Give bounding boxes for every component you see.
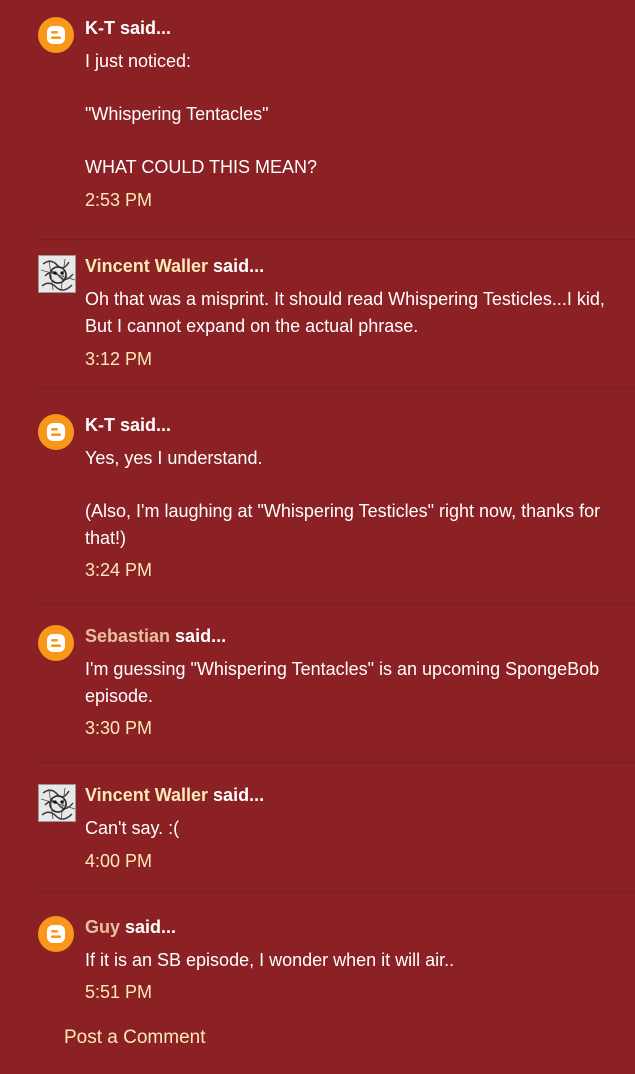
post-comment-link[interactable]: Post a Comment	[64, 1026, 206, 1050]
blogger-icon	[38, 625, 74, 661]
blogger-icon	[38, 916, 74, 952]
blogger-icon	[38, 414, 74, 450]
comment-line: (Also, I'm laughing at "Whispering Testi…	[85, 501, 601, 548]
comment-author-link[interactable]: Vincent Waller	[85, 256, 208, 276]
comment-author-link[interactable]: Guy	[85, 917, 120, 937]
said-label: said...	[115, 415, 172, 435]
comment-timestamp-link[interactable]: 2:53 PM	[85, 189, 152, 211]
comment-author-line: K-T said...	[85, 414, 171, 436]
comment-line: If it is an SB episode, I wonder when it…	[85, 950, 455, 970]
comment-timestamp-link[interactable]: 3:24 PM	[85, 559, 152, 581]
comments-page: K-T said... I just noticed: "Whispering …	[0, 0, 635, 1074]
comment-line: Yes, yes I understand.	[85, 448, 263, 468]
comment-line: I just noticed:	[85, 51, 192, 71]
comment-author-line: Sebastian said...	[85, 625, 226, 647]
comment-line: I'm guessing "Whispering Tentacles" is a…	[85, 659, 600, 706]
said-label: said...	[115, 18, 172, 38]
comment-body: I'm guessing "Whispering Tentacles" is a…	[85, 656, 615, 710]
comment-timestamp-link[interactable]: 3:30 PM	[85, 717, 152, 739]
comment-author: K-T	[85, 18, 115, 38]
comment-timestamp-link[interactable]: 4:00 PM	[85, 850, 152, 872]
said-label: said...	[120, 917, 177, 937]
comment-item: Guy said... If it is an SB episode, I wo…	[0, 916, 635, 1006]
sketch-avatar[interactable]	[38, 255, 76, 293]
said-label: said...	[208, 785, 265, 805]
comment-item: Vincent Waller said... Can't say. :( 4:0…	[0, 784, 635, 892]
comment-body: Can't say. :(	[85, 815, 615, 842]
comment-timestamp-link[interactable]: 3:12 PM	[85, 348, 152, 370]
comment-author-line: Vincent Waller said...	[85, 255, 264, 277]
comment-author-link[interactable]: Vincent Waller	[85, 785, 208, 805]
comment-line: "Whispering Tentacles"	[85, 104, 269, 124]
comment-author: K-T	[85, 415, 115, 435]
said-label: said...	[208, 256, 265, 276]
comment-author-line: Guy said...	[85, 916, 176, 938]
comment-body: Yes, yes I understand. (Also, I'm laughi…	[85, 445, 615, 552]
comment-line: Oh that was a misprint. It should read W…	[85, 289, 605, 336]
comment-item: K-T said... Yes, yes I understand. (Also…	[0, 414, 635, 604]
comment-line: Can't say. :(	[85, 818, 180, 838]
comment-line: WHAT COULD THIS MEAN?	[85, 157, 318, 177]
comment-item: Vincent Waller said... Oh that was a mis…	[0, 255, 635, 389]
comment-body: If it is an SB episode, I wonder when it…	[85, 947, 615, 974]
comment-author-line: Vincent Waller said...	[85, 784, 264, 806]
said-label: said...	[170, 626, 227, 646]
comment-body: Oh that was a misprint. It should read W…	[85, 286, 615, 340]
comment-timestamp-link[interactable]: 5:51 PM	[85, 981, 152, 1003]
comment-item: Sebastian said... I'm guessing "Whisperi…	[0, 625, 635, 763]
sketch-avatar[interactable]	[38, 784, 76, 822]
blogger-icon	[38, 17, 74, 53]
comment-body: I just noticed: "Whispering Tentacles" W…	[85, 48, 615, 181]
comment-author-link[interactable]: Sebastian	[85, 626, 170, 646]
comment-author-line: K-T said...	[85, 17, 171, 39]
comment-item: K-T said... I just noticed: "Whispering …	[0, 17, 635, 240]
